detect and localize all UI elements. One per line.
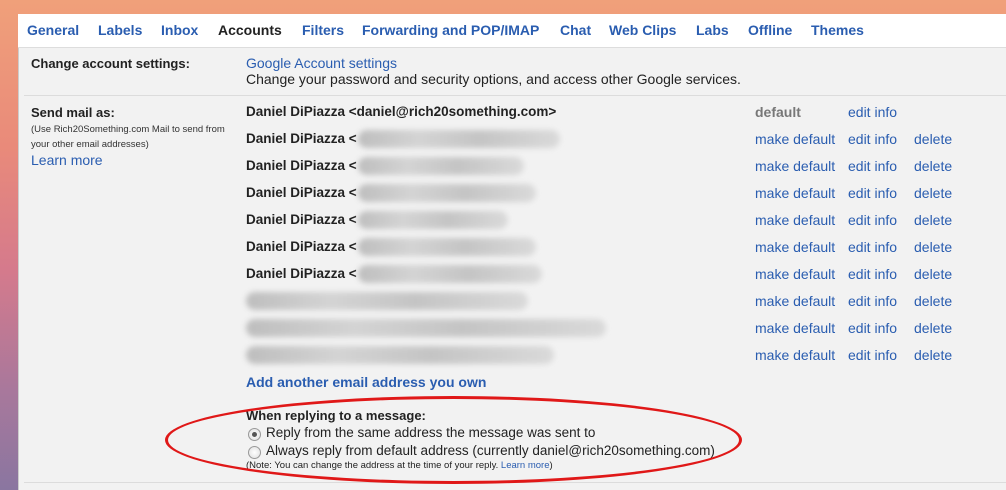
tab-offline[interactable]: Offline	[748, 22, 792, 38]
redacted-email	[358, 184, 536, 202]
section-divider	[24, 95, 1006, 96]
change-account-description: Change your password and security option…	[246, 71, 741, 87]
change-account-label: Change account settings:	[31, 56, 190, 71]
redacted-email	[358, 157, 524, 175]
delete-link[interactable]: delete	[914, 347, 952, 363]
make-default-link[interactable]: make default	[755, 212, 835, 228]
send-as-row-name: Daniel DiPiazza <	[246, 266, 357, 281]
send-as-row-name: Daniel DiPiazza <	[246, 239, 357, 254]
default-badge: default	[755, 104, 801, 120]
tab-forwarding-pop-imap[interactable]: Forwarding and POP/IMAP	[362, 22, 539, 38]
make-default-link[interactable]: make default	[755, 185, 835, 201]
send-as-row-name: Daniel DiPiazza <	[246, 131, 357, 146]
settings-tab-bar: General Labels Inbox Accounts Filters Fo…	[18, 14, 1006, 48]
delete-link[interactable]: delete	[914, 266, 952, 282]
send-as-row-name: Daniel DiPiazza <daniel@rich20something.…	[246, 104, 557, 119]
make-default-link[interactable]: make default	[755, 320, 835, 336]
delete-link[interactable]: delete	[914, 293, 952, 309]
tab-filters[interactable]: Filters	[302, 22, 344, 38]
edit-info-link[interactable]: edit info	[848, 158, 897, 174]
edit-info-link[interactable]: edit info	[848, 266, 897, 282]
delete-link[interactable]: delete	[914, 185, 952, 201]
delete-link[interactable]: delete	[914, 320, 952, 336]
tab-web-clips[interactable]: Web Clips	[609, 22, 676, 38]
redacted-email	[358, 130, 560, 148]
send-mail-learn-more-link[interactable]: Learn more	[31, 152, 103, 168]
delete-link[interactable]: delete	[914, 212, 952, 228]
redacted-email	[246, 346, 554, 364]
send-mail-note: (Use Rich20Something.com Mail to send fr…	[31, 124, 225, 150]
delete-link[interactable]: delete	[914, 239, 952, 255]
send-as-row-name: Daniel DiPiazza <	[246, 212, 357, 227]
edit-info-link[interactable]: edit info	[848, 104, 897, 120]
tab-inbox[interactable]: Inbox	[161, 22, 198, 38]
edit-info-link[interactable]: edit info	[848, 320, 897, 336]
make-default-link[interactable]: make default	[755, 266, 835, 282]
google-account-settings-link[interactable]: Google Account settings	[246, 55, 397, 71]
delete-link[interactable]: delete	[914, 158, 952, 174]
annotation-ellipse	[165, 396, 742, 484]
make-default-link[interactable]: make default	[755, 293, 835, 309]
tab-chat[interactable]: Chat	[560, 22, 591, 38]
add-email-address-link[interactable]: Add another email address you own	[246, 374, 486, 390]
send-mail-label: Send mail as:	[31, 105, 115, 120]
redacted-email	[358, 265, 542, 283]
make-default-link[interactable]: make default	[755, 131, 835, 147]
redacted-email	[246, 319, 606, 337]
send-as-row-name: Daniel DiPiazza <	[246, 158, 357, 173]
redacted-email	[246, 292, 528, 310]
tab-general[interactable]: General	[27, 22, 79, 38]
delete-link[interactable]: delete	[914, 131, 952, 147]
edit-info-link[interactable]: edit info	[848, 293, 897, 309]
edit-info-link[interactable]: edit info	[848, 239, 897, 255]
tab-themes[interactable]: Themes	[811, 22, 864, 38]
edit-info-link[interactable]: edit info	[848, 347, 897, 363]
edit-info-link[interactable]: edit info	[848, 131, 897, 147]
make-default-link[interactable]: make default	[755, 158, 835, 174]
make-default-link[interactable]: make default	[755, 239, 835, 255]
redacted-email	[358, 238, 536, 256]
send-as-row-name: Daniel DiPiazza <	[246, 185, 357, 200]
tab-labels[interactable]: Labels	[98, 22, 142, 38]
edit-info-link[interactable]: edit info	[848, 212, 897, 228]
redacted-email	[358, 211, 508, 229]
tab-labs[interactable]: Labs	[696, 22, 729, 38]
make-default-link[interactable]: make default	[755, 347, 835, 363]
tab-accounts[interactable]: Accounts	[218, 22, 282, 38]
edit-info-link[interactable]: edit info	[848, 185, 897, 201]
